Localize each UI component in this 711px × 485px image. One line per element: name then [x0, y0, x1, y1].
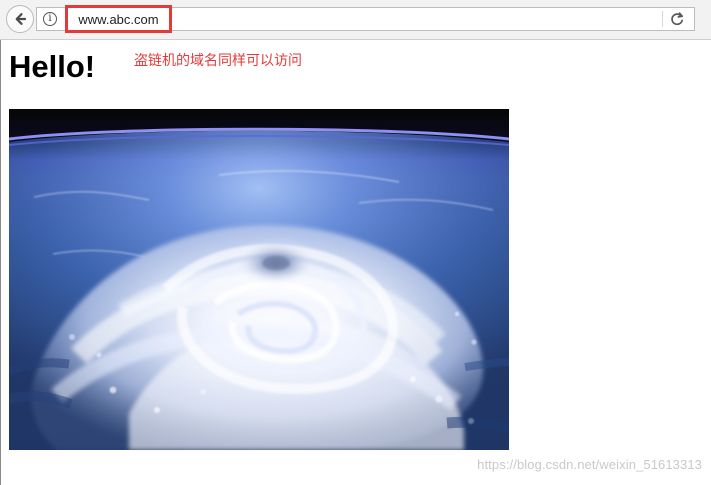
page-heading: Hello!: [9, 49, 96, 84]
back-arrow-icon[interactable]: [6, 5, 34, 33]
hurricane-illustration: [9, 109, 509, 450]
url-text[interactable]: www.abc.com: [78, 12, 158, 27]
annotation-text: 盗链机的域名同样可以访问: [134, 53, 302, 69]
info-icon[interactable]: i: [43, 12, 57, 26]
browser-toolbar: i www.abc.com: [0, 0, 711, 40]
url-highlight-box: www.abc.com: [65, 5, 172, 33]
back-arrow-svg: [15, 13, 27, 25]
reload-svg: [671, 12, 684, 26]
window-left-border: [0, 40, 1, 485]
blog-watermark: https://blog.csdn.net/weixin_51613313: [477, 457, 702, 472]
address-bar[interactable]: i www.abc.com: [36, 5, 695, 33]
hurricane-satellite-image: [9, 109, 509, 450]
url-separator: [662, 11, 663, 27]
reload-icon[interactable]: [668, 10, 686, 28]
info-glyph: i: [48, 13, 52, 24]
